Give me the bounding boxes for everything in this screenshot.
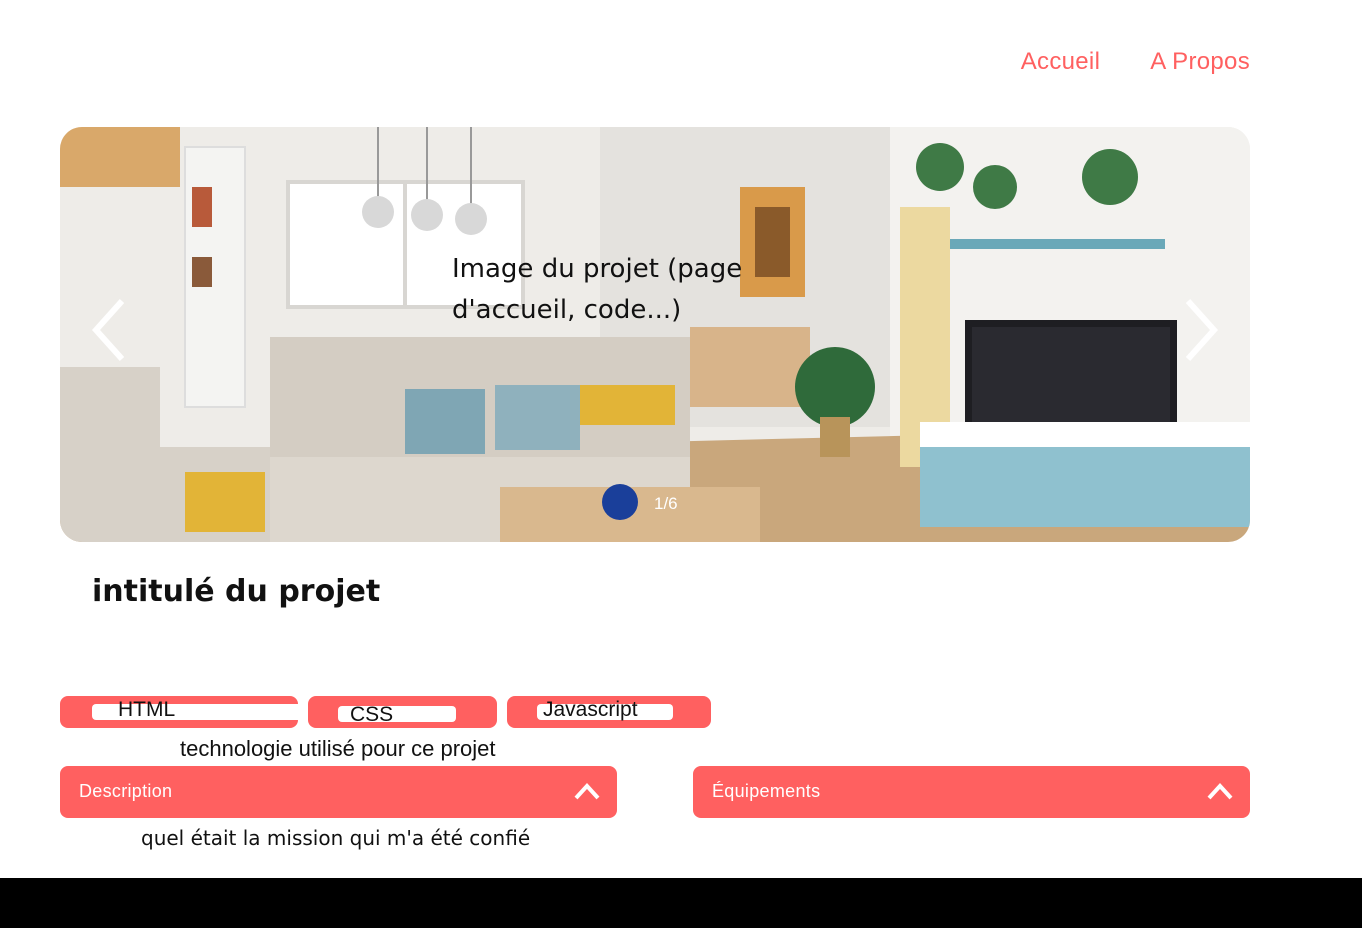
page: Accueil A Propos Image du projet (page d… (0, 0, 1362, 928)
project-carousel: Image du projet (page d'accueil, code...… (60, 127, 1250, 542)
tag-html[interactable]: HTML (60, 696, 298, 728)
tag-label: Javascript (543, 698, 638, 721)
carousel-image (60, 127, 1250, 542)
tag-css[interactable]: CSS (308, 696, 497, 728)
nav-link-a-propos[interactable]: A Propos (1150, 48, 1250, 76)
tag-label: HTML (118, 698, 176, 721)
collapse-title: Description (79, 781, 173, 801)
chevron-left-icon (91, 298, 125, 362)
collapse-equipements[interactable]: Équipements (693, 766, 1250, 818)
collapse-description[interactable]: Description (60, 766, 617, 818)
description-body: quel était la mission qui m'a été confié (141, 826, 531, 850)
tags-note: technologie utilisé pour ce projet (180, 736, 496, 761)
tag-label: CSS (350, 703, 394, 726)
main-nav: Accueil A Propos (1021, 48, 1250, 76)
carousel-next-button[interactable] (1178, 297, 1222, 363)
nav-link-accueil[interactable]: Accueil (1021, 48, 1100, 76)
tag-javascript[interactable]: Javascript (507, 696, 711, 728)
footer (0, 878, 1362, 928)
chevron-right-icon (1185, 298, 1219, 362)
carousel-counter: 1/6 (654, 494, 678, 513)
chevron-up-icon (574, 783, 600, 800)
collapse-title: Équipements (712, 781, 821, 801)
project-title: intitulé du projet (92, 574, 381, 609)
carousel-prev-button[interactable] (88, 297, 132, 363)
chevron-up-icon (1207, 783, 1233, 800)
carousel-caption: Image du projet (page d'accueil, code...… (452, 254, 743, 325)
